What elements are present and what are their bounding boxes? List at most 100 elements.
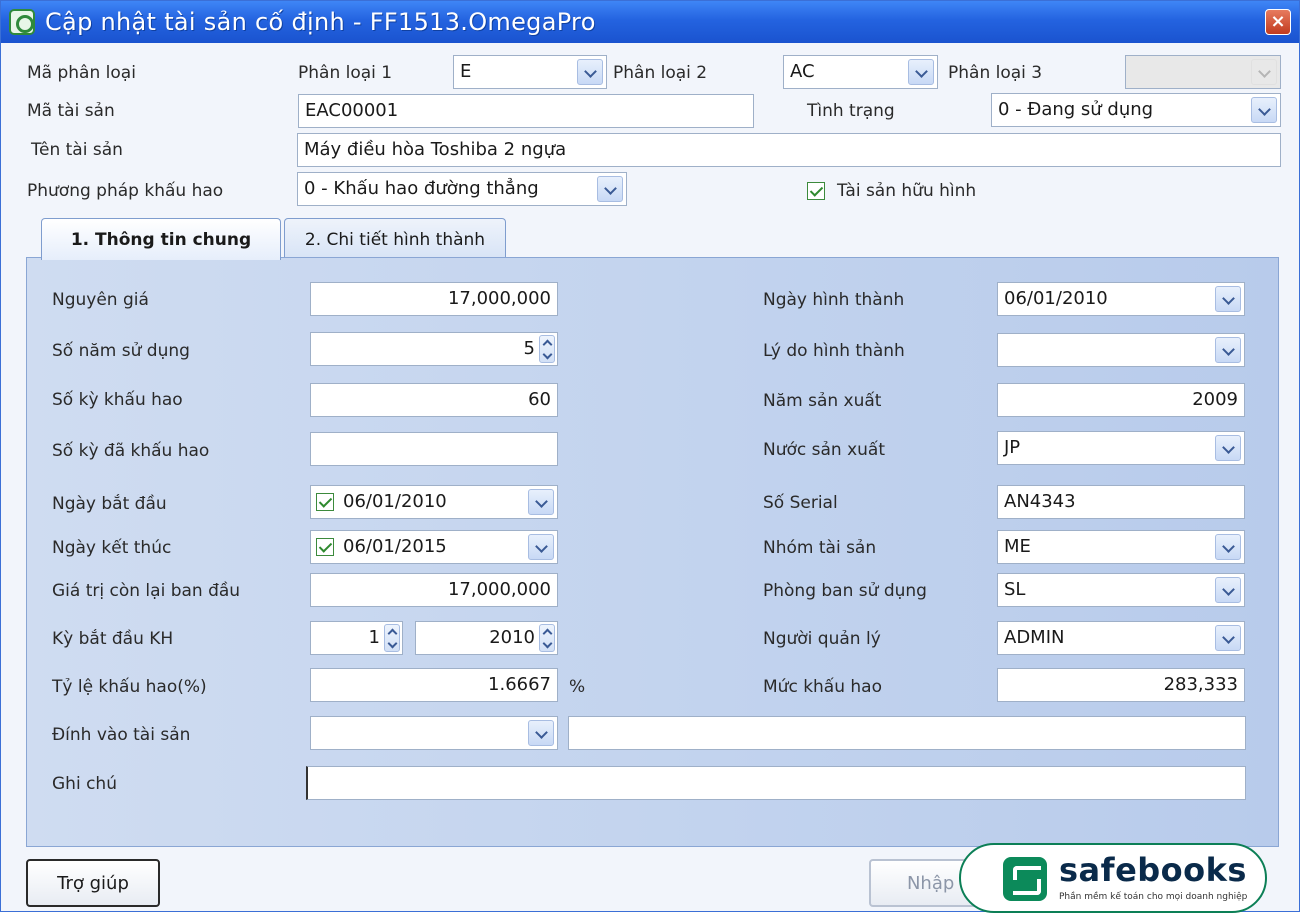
phong-ban-value: SL	[1004, 579, 1026, 600]
ten-tai-san-label: Tên tài sản	[31, 140, 123, 160]
ngay-bat-dau-date[interactable]: 06/01/2010	[310, 485, 558, 519]
safebooks-mark-icon	[1003, 857, 1047, 901]
nguyen-gia-label: Nguyên giá	[52, 290, 149, 310]
tinh-trang-select[interactable]: 0 - Đang sử dụng	[991, 93, 1281, 127]
dinh-vao-label: Đính vào tài sản	[52, 725, 191, 745]
ky-bat-dau-year-value: 2010	[489, 627, 535, 648]
ghi-chu-input[interactable]	[306, 766, 1246, 800]
ngay-hinh-thanh-date[interactable]: 06/01/2010	[997, 282, 1245, 316]
tab-thong-tin-chung[interactable]: 1. Thông tin chung	[41, 218, 281, 260]
so-ky-da-label: Số kỳ đã khấu hao	[52, 441, 210, 461]
phan-loai-3-select[interactable]	[1125, 55, 1281, 89]
phan-loai-1-select[interactable]: E	[453, 55, 607, 89]
ly-do-label: Lý do hình thành	[763, 341, 905, 361]
nuoc-san-xuat-value: JP	[1004, 437, 1021, 458]
muc-khau-hao-input[interactable]: 283,333	[997, 668, 1245, 702]
ky-bat-dau-year-input[interactable]: 2010	[415, 621, 558, 655]
ty-le-unit: %	[569, 677, 586, 697]
muc-khau-hao-label: Mức khấu hao	[763, 677, 882, 697]
phong-ban-label: Phòng ban sử dụng	[763, 581, 927, 601]
phuong-phap-value: 0 - Khấu hao đường thẳng	[304, 178, 539, 199]
ngay-bat-dau-value: 06/01/2010	[343, 491, 447, 512]
ky-bat-dau-period-input[interactable]: 1	[310, 621, 403, 655]
ma-phan-loai-label: Mã phân loại	[27, 63, 136, 83]
chevron-down-icon[interactable]	[1215, 337, 1241, 363]
phong-ban-select[interactable]: SL	[997, 573, 1245, 607]
nhom-tai-san-label: Nhóm tài sản	[763, 538, 877, 558]
so-serial-input[interactable]: AN4343	[997, 485, 1245, 519]
nuoc-san-xuat-label: Nước sản xuất	[763, 440, 886, 460]
phan-loai-2-label: Phân loại 2	[613, 63, 708, 83]
chevron-down-icon	[1251, 59, 1277, 85]
tai-san-huu-hinh-checkbox[interactable]	[807, 182, 825, 200]
nguyen-gia-input[interactable]: 17,000,000	[310, 282, 558, 316]
safebooks-logo: safebooks Phần mềm kế toán cho mọi doanh…	[959, 843, 1267, 913]
ky-bat-dau-label: Kỳ bắt đầu KH	[52, 629, 174, 649]
so-ky-label: Số kỳ khấu hao	[52, 390, 183, 410]
nuoc-san-xuat-select[interactable]: JP	[997, 431, 1245, 465]
ngay-bat-dau-label: Ngày bắt đầu	[52, 494, 167, 514]
spinner-icon[interactable]	[384, 624, 400, 652]
title-bar: Cập nhật tài sản cố định - FF1513.OmegaP…	[1, 1, 1299, 43]
tai-san-huu-hinh-label: Tài sản hữu hình	[837, 181, 977, 201]
chevron-down-icon[interactable]	[908, 59, 934, 85]
gia-tri-con-lai-input[interactable]: 17,000,000	[310, 573, 558, 607]
chevron-down-icon[interactable]	[528, 489, 554, 515]
safebooks-name: safebooks	[1059, 851, 1247, 889]
nhom-tai-san-select[interactable]: ME	[997, 530, 1245, 564]
nam-san-xuat-input[interactable]: 2009	[997, 383, 1245, 417]
chevron-down-icon[interactable]	[1215, 534, 1241, 560]
ty-le-input[interactable]: 1.6667	[310, 668, 558, 702]
so-serial-label: Số Serial	[763, 493, 838, 513]
nguoi-quan-ly-label: Người quản lý	[763, 629, 881, 649]
ky-bat-dau-period-value: 1	[368, 627, 380, 648]
phuong-phap-select[interactable]: 0 - Khấu hao đường thẳng	[297, 172, 627, 206]
safebooks-tagline: Phần mềm kế toán cho mọi doanh nghiệp	[1059, 892, 1248, 902]
so-nam-input[interactable]: 5	[310, 332, 558, 366]
ten-tai-san-input[interactable]: Máy điều hòa Toshiba 2 ngựa	[297, 133, 1281, 167]
tinh-trang-label: Tình trạng	[807, 101, 895, 121]
dinh-vao-select[interactable]	[310, 716, 558, 750]
ngay-ket-thuc-label: Ngày kết thúc	[52, 538, 172, 558]
spinner-icon[interactable]	[539, 335, 555, 363]
so-nam-value: 5	[523, 338, 535, 359]
nguoi-quan-ly-select[interactable]: ADMIN	[997, 621, 1245, 655]
tinh-trang-value: 0 - Đang sử dụng	[998, 99, 1154, 120]
ngay-hinh-thanh-label: Ngày hình thành	[763, 290, 905, 310]
phuong-phap-label: Phương pháp khấu hao	[27, 181, 224, 201]
ngay-ket-thuc-value: 06/01/2015	[343, 536, 447, 557]
close-button[interactable]: ×	[1265, 9, 1291, 35]
phan-loai-2-value: AC	[790, 61, 815, 82]
app-icon	[9, 9, 35, 35]
nguoi-quan-ly-value: ADMIN	[1004, 627, 1065, 648]
chevron-down-icon[interactable]	[1215, 625, 1241, 651]
nhom-tai-san-value: ME	[1004, 536, 1031, 557]
phan-loai-2-select[interactable]: AC	[783, 55, 938, 89]
spinner-icon[interactable]	[539, 624, 555, 652]
ngay-hinh-thanh-value: 06/01/2010	[1004, 288, 1108, 309]
chevron-down-icon[interactable]	[528, 534, 554, 560]
ty-le-label: Tỷ lệ khấu hao(%)	[52, 677, 207, 697]
chevron-down-icon[interactable]	[577, 59, 603, 85]
chevron-down-icon[interactable]	[1215, 577, 1241, 603]
ma-tai-san-label: Mã tài sản	[27, 101, 115, 121]
chevron-down-icon[interactable]	[597, 176, 623, 202]
so-nam-label: Số năm sử dụng	[52, 341, 190, 361]
ngay-ket-thuc-date[interactable]: 06/01/2015	[310, 530, 558, 564]
ly-do-select[interactable]	[997, 333, 1245, 367]
ma-tai-san-input[interactable]: EAC00001	[298, 94, 754, 128]
chevron-down-icon[interactable]	[1215, 435, 1241, 461]
asset-update-window: Cập nhật tài sản cố định - FF1513.OmegaP…	[0, 0, 1300, 913]
chevron-down-icon[interactable]	[1251, 97, 1277, 123]
gia-tri-con-lai-label: Giá trị còn lại ban đầu	[52, 581, 241, 601]
dinh-vao-name-input[interactable]	[568, 716, 1246, 750]
so-ky-da-input[interactable]	[310, 432, 558, 466]
so-ky-input[interactable]: 60	[310, 383, 558, 417]
tab-chi-tiet-hinh-thanh[interactable]: 2. Chi tiết hình thành	[284, 218, 506, 258]
nam-san-xuat-label: Năm sản xuất	[763, 391, 882, 411]
ngay-ket-thuc-checkbox[interactable]	[316, 538, 334, 556]
chevron-down-icon[interactable]	[528, 720, 554, 746]
ngay-bat-dau-checkbox[interactable]	[316, 493, 334, 511]
help-button[interactable]: Trợ giúp	[26, 859, 160, 907]
chevron-down-icon[interactable]	[1215, 286, 1241, 312]
